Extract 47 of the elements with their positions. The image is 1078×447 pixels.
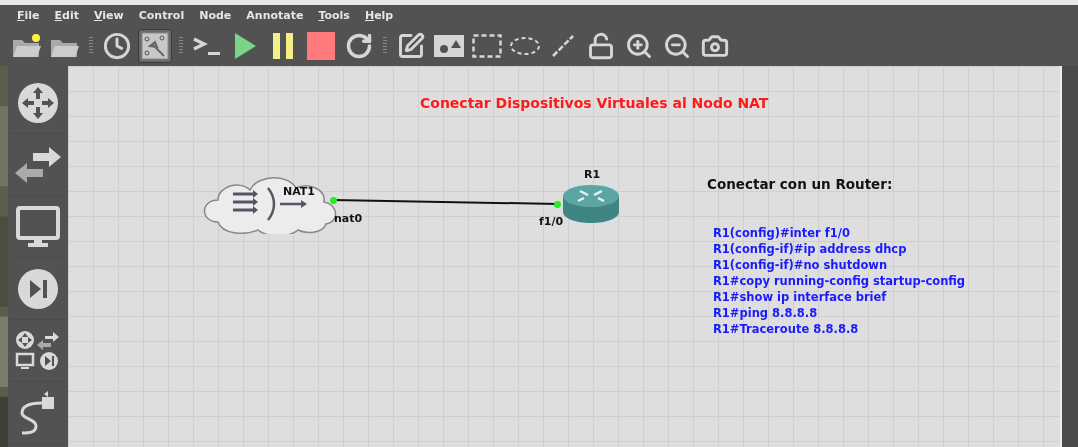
port-label: f1/0 (539, 215, 564, 228)
folder-icon (11, 32, 43, 60)
edit-note-icon (397, 32, 425, 60)
camera-icon (701, 32, 729, 60)
command-line: R1#ping 8.8.8.8 (713, 305, 819, 321)
ellipse-icon (509, 36, 541, 56)
stop-icon (307, 32, 335, 60)
arrows-icon (15, 146, 61, 183)
all-devices-icon (15, 329, 61, 372)
note-heading: Conectar con un Router: (707, 176, 893, 192)
menu-item[interactable]: Control (138, 9, 185, 22)
pause-icon (271, 32, 295, 60)
console-icon (192, 35, 222, 57)
reload-icon (345, 32, 373, 60)
command-line: R1(config-if)#no shutdown (713, 257, 889, 273)
menu-item[interactable]: Node (199, 9, 232, 22)
scrollbar[interactable] (1060, 66, 1078, 447)
menu-item[interactable]: Edit (54, 9, 79, 22)
skip-icon (17, 267, 59, 310)
clock-icon (103, 32, 131, 60)
command-line: R1#Traceroute 8.8.8.8 (713, 321, 860, 337)
command-line: R1(config-if)#ip address dhcp (713, 241, 908, 257)
line-icon (551, 34, 575, 58)
unlock-icon (587, 32, 615, 60)
port-label: nat0 (334, 212, 363, 225)
menu-item[interactable]: Help (364, 9, 394, 22)
router-icon (17, 81, 59, 124)
canvas-title: Conectar Dispositivos Virtuales al Nodo NAT (420, 95, 769, 111)
zoom-in-icon (625, 32, 653, 60)
monitor-icon (16, 205, 60, 248)
menu-item[interactable]: View (93, 9, 124, 22)
node-label: R1 (584, 168, 601, 181)
menu-item[interactable]: File (17, 9, 40, 22)
rectangle-icon (472, 34, 502, 58)
command-line: R1#show ip interface brief (713, 289, 888, 305)
zoom-out-icon (663, 32, 691, 60)
menu-item[interactable]: Annotate (246, 9, 304, 22)
command-line: R1#copy running-config startup-config (713, 273, 966, 289)
layers-icon (141, 32, 169, 60)
image-icon (434, 35, 464, 57)
toolbar-button[interactable] (138, 29, 172, 63)
node-label: NAT1 (283, 185, 316, 198)
toolbar-button[interactable] (304, 29, 338, 63)
router-icon (562, 184, 620, 224)
command-line: R1(config)#inter f1/0 (713, 225, 851, 241)
menu-item[interactable]: Tools (318, 9, 350, 22)
play-icon (233, 32, 257, 60)
